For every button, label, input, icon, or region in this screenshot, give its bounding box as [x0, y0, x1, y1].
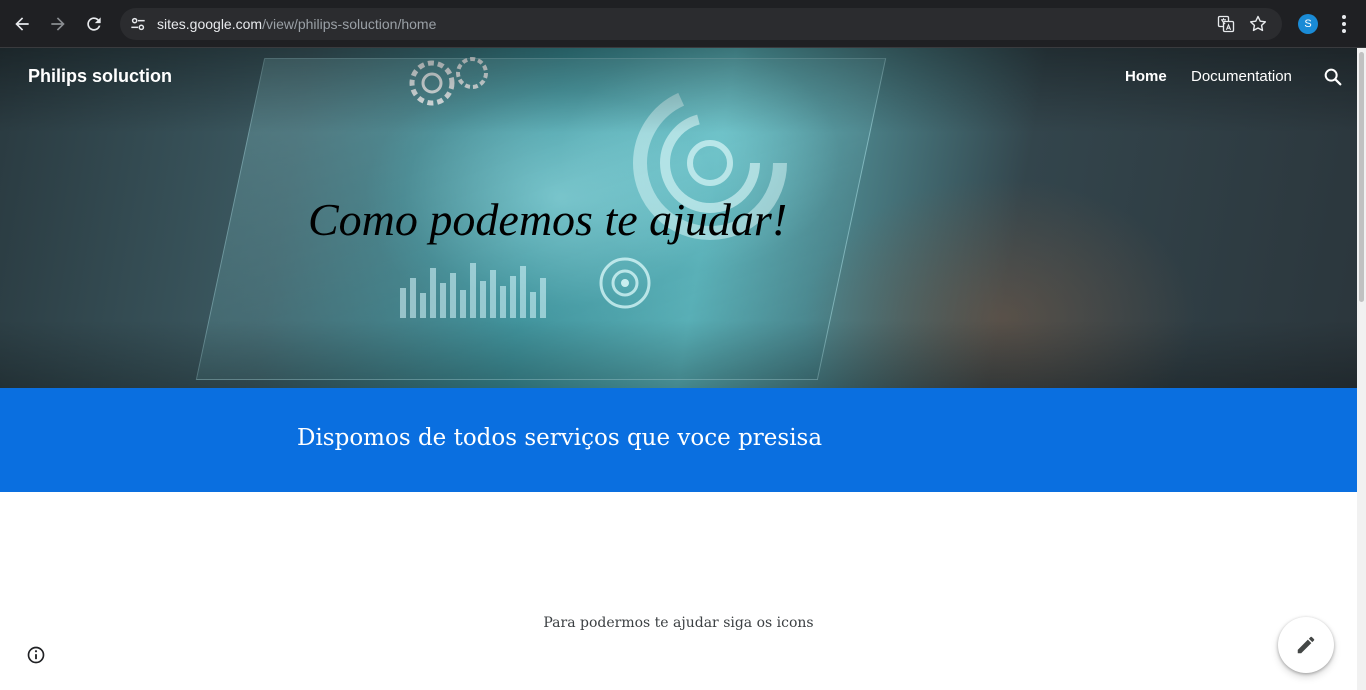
nav-documentation-link[interactable]: Documentation [1191, 68, 1292, 85]
forward-icon [51, 17, 65, 31]
hero-heading: Como podemos te ajudar! [308, 194, 788, 245]
forward-button[interactable] [44, 10, 72, 38]
back-icon [15, 17, 29, 31]
reload-button[interactable] [80, 10, 108, 38]
scrollbar-thumb[interactable] [1359, 52, 1364, 302]
reload-icon [87, 17, 101, 31]
intro-paragraph: Para podermos te ajudar siga os icons [543, 615, 814, 631]
search-icon[interactable] [1322, 66, 1344, 88]
pencil-icon [1297, 636, 1315, 654]
services-banner: Dispomos de todos serviços que voce pres… [0, 388, 1357, 492]
info-icon[interactable] [26, 645, 46, 665]
browser-toolbar: sites.google.com/view/philips-soluction/… [0, 0, 1366, 48]
edit-button[interactable] [1278, 617, 1334, 673]
star-icon[interactable] [1248, 14, 1268, 34]
url-text[interactable]: sites.google.com/view/philips-soluction/… [157, 15, 436, 33]
nav-home-link[interactable]: Home [1125, 68, 1167, 85]
banner-text: Dispomos de todos serviços que voce pres… [297, 425, 823, 451]
menu-icon[interactable] [1334, 12, 1354, 36]
site-info-icon[interactable] [128, 14, 148, 34]
site-title[interactable]: Philips soluction [28, 66, 172, 87]
back-button[interactable] [8, 10, 36, 38]
profile-avatar[interactable]: S [1298, 14, 1318, 34]
hero-banner: Philips soluction Home Documentation Com… [0, 48, 1357, 388]
url-path: /view/philips-soluction/home [262, 16, 437, 32]
translate-icon[interactable] [1216, 14, 1236, 34]
url-host: sites.google.com [157, 16, 263, 32]
address-bar[interactable]: sites.google.com/view/philips-soluction/… [120, 8, 1282, 40]
